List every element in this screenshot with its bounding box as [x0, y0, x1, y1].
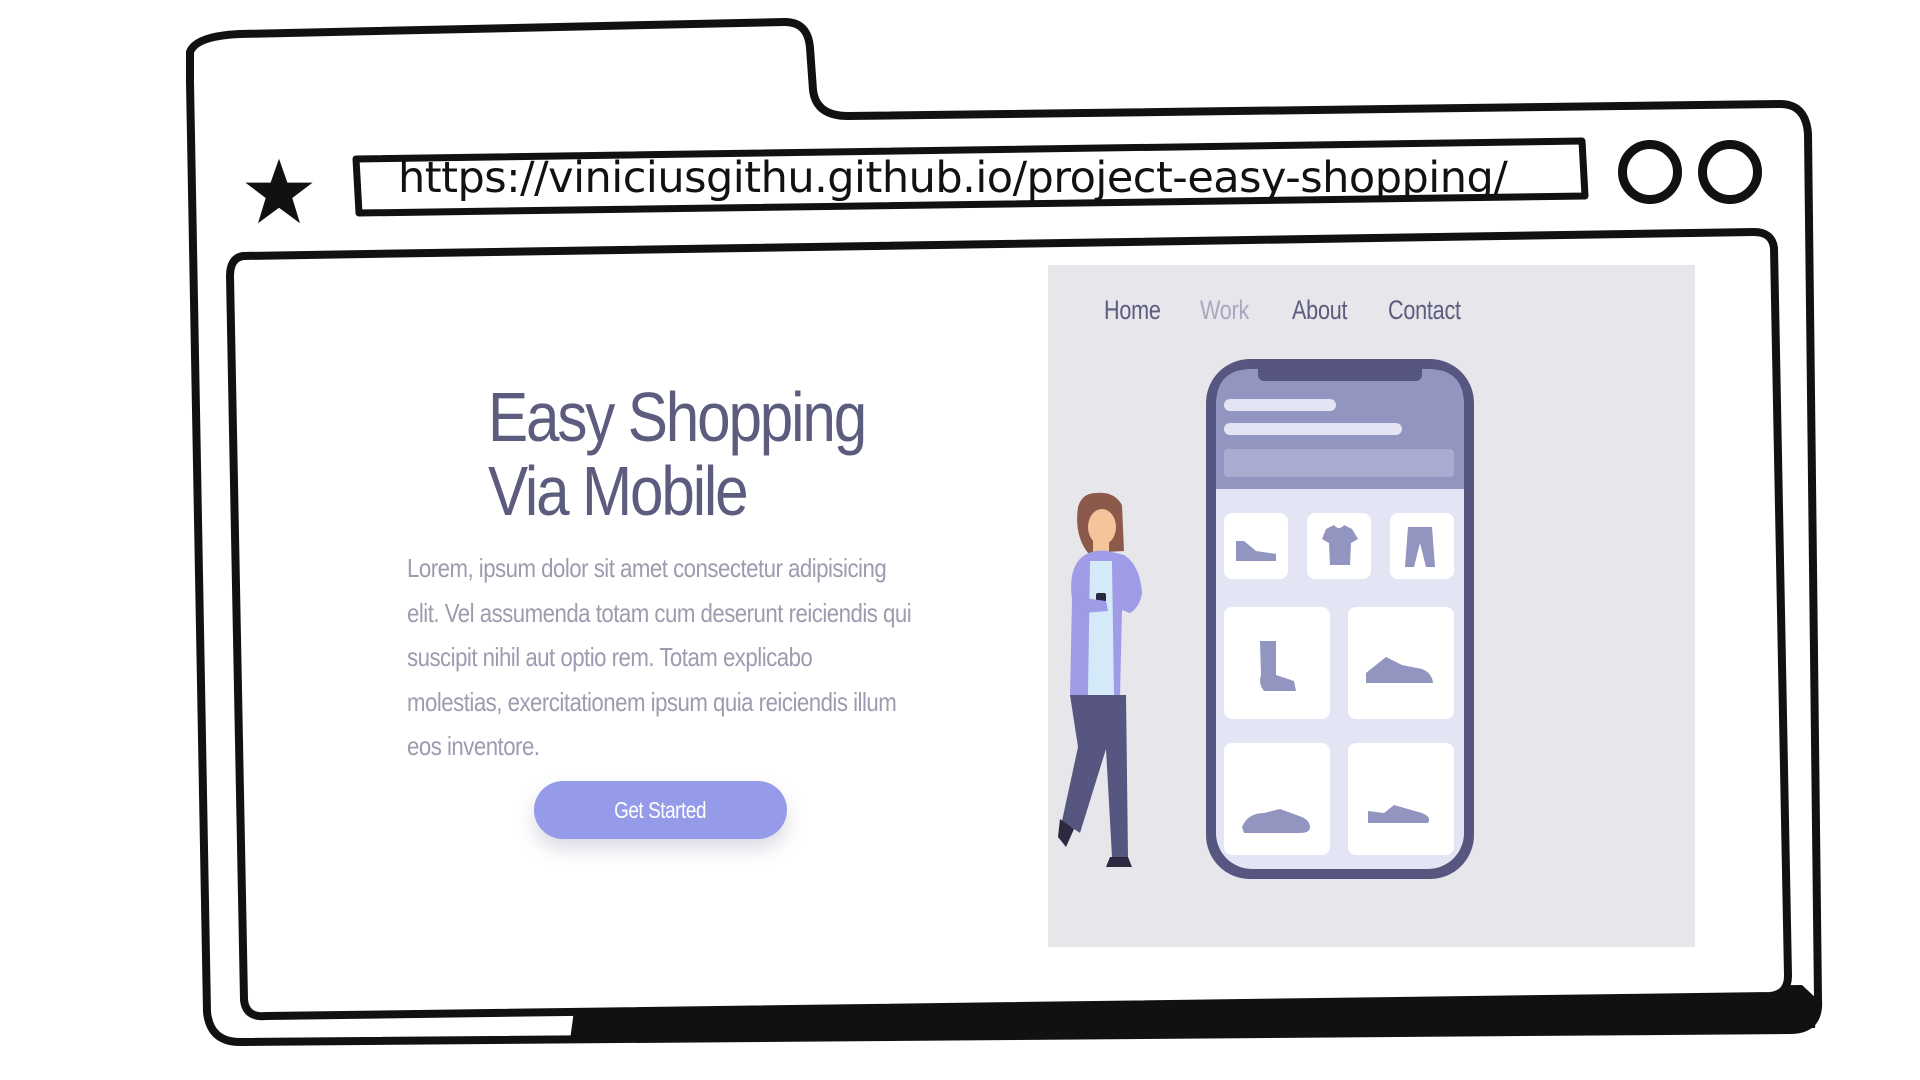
hero-title-line2: Via Mobile [488, 452, 749, 530]
hero-title-line1: Easy Shopping [488, 378, 867, 456]
phone-icon [1206, 359, 1474, 879]
hero-title: Easy Shopping Via Mobile [488, 380, 884, 528]
url-address[interactable]: https://viniciusgithu.github.io/project-… [398, 146, 1508, 210]
woman-figure-icon [1058, 492, 1142, 867]
star-icon[interactable] [242, 156, 316, 226]
hero-description: Lorem, ipsum dolor sit amet consectetur … [407, 553, 912, 761]
window-circle-button[interactable] [1698, 140, 1762, 204]
window-circle-button[interactable] [1618, 140, 1682, 204]
get-started-button[interactable]: Get Started [534, 781, 787, 839]
get-started-label: Get Started [614, 796, 707, 823]
illustration-panel: Home Work About Contact [1048, 265, 1695, 947]
shopping-illustration [1058, 359, 1474, 879]
